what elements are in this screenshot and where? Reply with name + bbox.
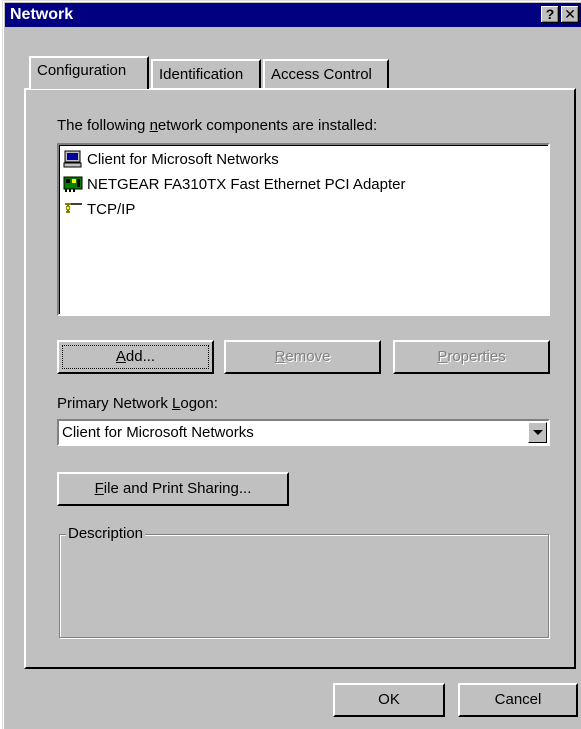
protocol-icon <box>63 200 83 218</box>
chevron-down-icon[interactable] <box>528 422 547 443</box>
help-icon: ? <box>545 6 555 22</box>
primary-logon-value: Client for Microsoft Networks <box>62 424 254 441</box>
properties-button[interactable]: Properties <box>393 340 550 374</box>
remove-button-label: emove <box>285 348 331 365</box>
list-item-client[interactable]: Client for Microsoft Networks <box>63 148 279 170</box>
tab-access-control[interactable]: Access Control <box>263 59 389 89</box>
components-label: The following network components are ins… <box>57 117 377 134</box>
add-button[interactable]: Add... <box>57 340 214 374</box>
components-label-post: etwork components are installed: <box>157 117 378 134</box>
client-icon <box>63 150 83 168</box>
primary-logon-select[interactable]: Client for Microsoft Networks <box>57 419 550 446</box>
description-group: Description <box>59 525 549 638</box>
file-print-sharing-label: ile and Print Sharing... <box>103 480 252 497</box>
list-item-client-label: Client for Microsoft Networks <box>87 150 279 168</box>
ok-button-label: OK <box>378 691 400 708</box>
window-title: Network <box>10 6 74 23</box>
tab-identification-label: Identification <box>159 66 244 83</box>
file-print-sharing-button[interactable]: File and Print Sharing... <box>57 472 289 506</box>
cancel-button-label: Cancel <box>494 691 542 708</box>
list-item-adapter[interactable]: NETGEAR FA310TX Fast Ethernet PCI Adapte… <box>63 173 405 195</box>
file-print-sharing-accel: F <box>94 480 104 497</box>
cancel-button[interactable]: Cancel <box>458 683 578 717</box>
components-label-accel: n <box>149 117 158 134</box>
list-item-tcpip[interactable]: TCP/IP <box>63 198 135 220</box>
network-dialog: Network ? ✕ Configuration Identification… <box>2 0 581 729</box>
properties-button-label: roperties <box>447 348 506 365</box>
components-label-pre: The following <box>57 117 150 134</box>
ok-button[interactable]: OK <box>333 683 445 717</box>
remove-button[interactable]: Remove <box>224 340 381 374</box>
primary-logon-label-post: ogon: <box>180 395 218 412</box>
tab-identification[interactable]: Identification <box>151 59 261 89</box>
list-item-adapter-label: NETGEAR FA310TX Fast Ethernet PCI Adapte… <box>87 175 406 193</box>
remove-button-accel: R <box>274 348 286 365</box>
network-adapter-icon <box>63 175 83 193</box>
primary-logon-label: Primary Network Logon: <box>57 395 218 412</box>
components-list[interactable]: Client for Microsoft Networks NETGEAR FA… <box>57 143 550 316</box>
primary-logon-label-pre: Primary Network <box>57 395 173 412</box>
list-item-tcpip-label: TCP/IP <box>87 200 136 218</box>
description-label: Description <box>66 525 146 542</box>
properties-button-accel: P <box>437 348 448 365</box>
tab-configuration-label: Configuration <box>37 62 127 79</box>
tab-configuration[interactable]: Configuration <box>29 56 149 89</box>
close-button[interactable]: ✕ <box>561 6 579 23</box>
close-icon: ✕ <box>564 6 576 22</box>
help-button[interactable]: ? <box>541 6 559 23</box>
tab-access-control-label: Access Control <box>271 66 372 83</box>
focus-rect <box>62 345 209 369</box>
title-bar[interactable]: Network ? ✕ <box>5 3 581 27</box>
